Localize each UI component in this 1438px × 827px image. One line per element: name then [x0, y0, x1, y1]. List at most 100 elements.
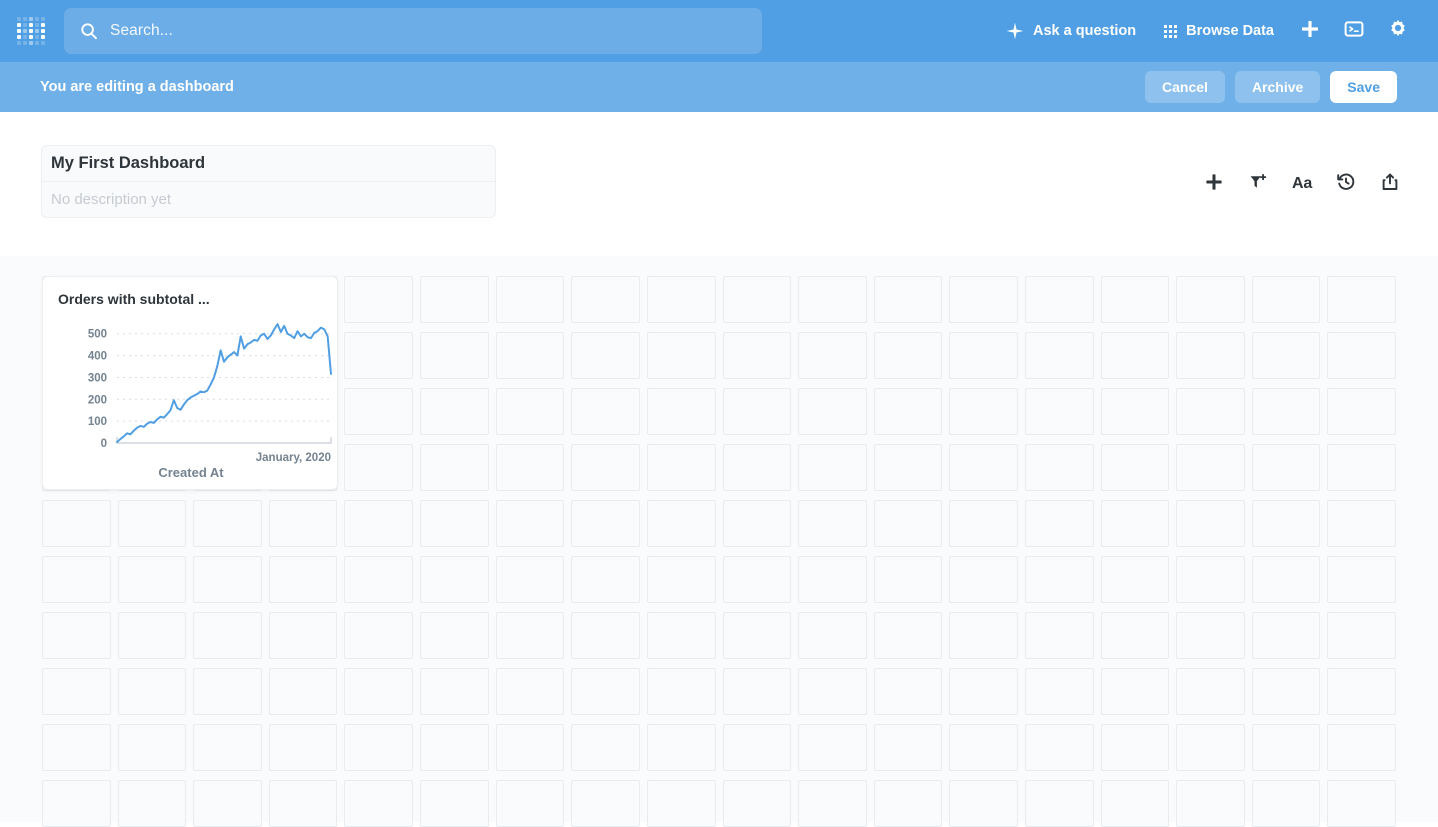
grid-placeholder-cell[interactable] — [1251, 444, 1321, 491]
grid-placeholder-cell[interactable] — [798, 612, 867, 659]
grid-placeholder-cell[interactable] — [193, 612, 262, 659]
grid-placeholder-cell[interactable] — [268, 556, 338, 603]
dashboard-grid-canvas[interactable]: Orders with subtotal ... 0 100 200 300 400 50… — [0, 256, 1438, 827]
metabase-logo-icon[interactable] — [16, 16, 46, 46]
grid-placeholder-cell[interactable] — [117, 668, 187, 715]
grid-placeholder-cell[interactable] — [722, 556, 792, 603]
grid-placeholder-cell[interactable] — [1176, 556, 1245, 603]
grid-placeholder-cell[interactable] — [722, 500, 792, 547]
grid-placeholder-cell[interactable] — [1327, 332, 1396, 379]
grid-placeholder-cell[interactable] — [1100, 444, 1170, 491]
grid-placeholder-cell[interactable] — [344, 332, 414, 379]
grid-placeholder-cell[interactable] — [42, 780, 111, 827]
grid-placeholder-cell[interactable] — [193, 556, 262, 603]
grid-placeholder-cell[interactable] — [1024, 780, 1094, 827]
grid-placeholder-cell[interactable] — [798, 724, 867, 771]
grid-placeholder-cell[interactable] — [1176, 612, 1245, 659]
grid-placeholder-cell[interactable] — [646, 388, 716, 435]
grid-placeholder-cell[interactable] — [646, 276, 716, 323]
grid-placeholder-cell[interactable] — [344, 668, 414, 715]
grid-placeholder-cell[interactable] — [495, 388, 565, 435]
grid-placeholder-cell[interactable] — [1100, 388, 1170, 435]
grid-placeholder-cell[interactable] — [1024, 612, 1094, 659]
grid-placeholder-cell[interactable] — [722, 668, 792, 715]
grid-placeholder-cell[interactable] — [1176, 388, 1245, 435]
grid-placeholder-cell[interactable] — [798, 780, 867, 827]
grid-placeholder-cell[interactable] — [1176, 668, 1245, 715]
grid-placeholder-cell[interactable] — [949, 388, 1018, 435]
grid-placeholder-cell[interactable] — [1024, 388, 1094, 435]
grid-placeholder-cell[interactable] — [1251, 612, 1321, 659]
grid-placeholder-cell[interactable] — [646, 612, 716, 659]
grid-placeholder-cell[interactable] — [268, 780, 338, 827]
grid-placeholder-cell[interactable] — [42, 556, 111, 603]
dashboard-title-input[interactable]: My First Dashboard — [41, 145, 496, 181]
grid-placeholder-cell[interactable] — [571, 332, 640, 379]
grid-placeholder-cell[interactable] — [1024, 724, 1094, 771]
grid-placeholder-cell[interactable] — [571, 276, 640, 323]
grid-placeholder-cell[interactable] — [117, 724, 187, 771]
save-button[interactable]: Save — [1330, 71, 1397, 103]
grid-placeholder-cell[interactable] — [268, 668, 338, 715]
grid-placeholder-cell[interactable] — [646, 724, 716, 771]
new-item-button[interactable] — [1288, 9, 1332, 53]
grid-placeholder-cell[interactable] — [873, 388, 943, 435]
grid-placeholder-cell[interactable] — [949, 444, 1018, 491]
grid-placeholder-cell[interactable] — [1327, 556, 1396, 603]
grid-placeholder-cell[interactable] — [1024, 500, 1094, 547]
grid-placeholder-cell[interactable] — [722, 444, 792, 491]
grid-placeholder-cell[interactable] — [495, 724, 565, 771]
grid-placeholder-cell[interactable] — [798, 388, 867, 435]
grid-placeholder-cell[interactable] — [949, 724, 1018, 771]
grid-placeholder-cell[interactable] — [571, 556, 640, 603]
grid-placeholder-cell[interactable] — [873, 276, 943, 323]
grid-placeholder-cell[interactable] — [495, 276, 565, 323]
grid-placeholder-cell[interactable] — [268, 724, 338, 771]
dashcard-orders-with-subtotal[interactable]: Orders with subtotal ... 0 100 200 300 400 50… — [42, 276, 338, 490]
grid-placeholder-cell[interactable] — [646, 780, 716, 827]
grid-placeholder-cell[interactable] — [344, 556, 414, 603]
grid-placeholder-cell[interactable] — [117, 500, 187, 547]
grid-placeholder-cell[interactable] — [1176, 500, 1245, 547]
grid-placeholder-cell[interactable] — [1024, 556, 1094, 603]
grid-placeholder-cell[interactable] — [798, 556, 867, 603]
grid-placeholder-cell[interactable] — [344, 500, 414, 547]
grid-placeholder-cell[interactable] — [344, 444, 414, 491]
grid-placeholder-cell[interactable] — [117, 612, 187, 659]
grid-placeholder-cell[interactable] — [1024, 332, 1094, 379]
archive-button[interactable]: Archive — [1234, 71, 1321, 103]
grid-placeholder-cell[interactable] — [1327, 500, 1396, 547]
grid-placeholder-cell[interactable] — [1327, 388, 1396, 435]
grid-placeholder-cell[interactable] — [495, 780, 565, 827]
grid-placeholder-cell[interactable] — [1176, 444, 1245, 491]
grid-placeholder-cell[interactable] — [1251, 780, 1321, 827]
grid-placeholder-cell[interactable] — [1024, 276, 1094, 323]
grid-placeholder-cell[interactable] — [42, 500, 111, 547]
share-button[interactable] — [1376, 170, 1404, 198]
search-input[interactable]: Search... — [64, 8, 762, 54]
grid-placeholder-cell[interactable] — [420, 444, 489, 491]
grid-placeholder-cell[interactable] — [646, 668, 716, 715]
grid-placeholder-cell[interactable] — [873, 612, 943, 659]
grid-placeholder-cell[interactable] — [1024, 444, 1094, 491]
grid-placeholder-cell[interactable] — [798, 444, 867, 491]
grid-placeholder-cell[interactable] — [646, 332, 716, 379]
grid-placeholder-cell[interactable] — [873, 500, 943, 547]
grid-placeholder-cell[interactable] — [420, 500, 489, 547]
cancel-button[interactable]: Cancel — [1145, 71, 1225, 103]
grid-placeholder-cell[interactable] — [495, 668, 565, 715]
grid-placeholder-cell[interactable] — [1251, 556, 1321, 603]
grid-placeholder-cell[interactable] — [722, 780, 792, 827]
grid-placeholder-cell[interactable] — [571, 500, 640, 547]
grid-placeholder-cell[interactable] — [571, 724, 640, 771]
grid-placeholder-cell[interactable] — [42, 724, 111, 771]
grid-placeholder-cell[interactable] — [873, 668, 943, 715]
add-card-button[interactable] — [1200, 170, 1228, 198]
grid-placeholder-cell[interactable] — [798, 668, 867, 715]
grid-placeholder-cell[interactable] — [193, 668, 262, 715]
grid-placeholder-cell[interactable] — [1100, 612, 1170, 659]
grid-placeholder-cell[interactable] — [873, 556, 943, 603]
add-text-button[interactable]: Aa — [1288, 170, 1316, 198]
grid-placeholder-cell[interactable] — [268, 500, 338, 547]
grid-placeholder-cell[interactable] — [1176, 276, 1245, 323]
